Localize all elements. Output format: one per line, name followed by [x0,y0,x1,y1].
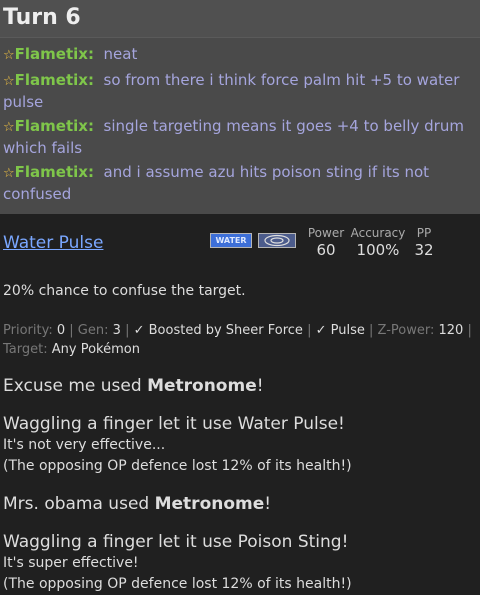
chat-username[interactable]: Flametix: [15,45,94,63]
battle-log-subline: (The opposing OP defence lost 12% of its… [3,576,352,592]
turn-header: Turn 6 [0,0,480,38]
move-info-panel: Water Pulse WATER Power 60 Accuracy 100%… [0,214,480,268]
star-icon: ☆ [3,74,15,89]
star-icon: ☆ [3,48,15,63]
battle-log-line: Waggling a finger let it use Water Pulse… [3,414,345,434]
zpower-value: 120 [438,323,464,338]
battle-log-line: Excuse me used Metronome! [0,365,480,397]
pp-stat: PP 32 [412,226,436,260]
chat-log: ☆Flametix: neat ☆Flametix: so from there… [0,38,480,214]
separator: | [69,323,74,338]
move-description: 20% chance to confuse the target. [3,283,246,299]
chat-username[interactable]: Flametix: [15,163,94,181]
separator: | [307,323,312,338]
accuracy-stat: Accuracy 100% [347,226,409,260]
pp-value: 32 [414,241,434,259]
chat-message: ☆Flametix: so from there i think force p… [0,70,480,116]
separator: | [467,323,472,338]
power-value: 60 [316,241,336,259]
power-stat: Power 60 [305,226,347,260]
move-name: Metronome [154,494,265,514]
log-text: ! [264,494,272,514]
chat-username[interactable]: Flametix: [15,71,94,89]
priority-label: Priority: [3,323,53,338]
gen-value: 3 [112,323,121,338]
battle-log-subline: It's super effective! [3,555,139,571]
chat-message: ☆Flametix: and i assume azu hits poison … [0,162,480,208]
separator: | [369,323,374,338]
move-details: Priority: 0 | Gen: 3 | ✓ Boosted by Shee… [0,301,480,359]
separator: | [125,323,130,338]
battle-log-subline: (The opposing OP defence lost 12% of its… [3,458,352,474]
move-name: Metronome [147,376,257,396]
priority-value: 0 [56,323,66,338]
zpower-label: Z-Power: [377,323,435,338]
pulse-flag: ✓ Pulse [315,323,365,338]
move-name-link[interactable]: Water Pulse [3,233,103,253]
pp-label: PP [416,226,432,240]
star-icon: ☆ [3,166,15,181]
target-label: Target: [3,342,48,357]
battle-log-line: Mrs. obama used Metronome! [0,483,480,515]
accuracy-label: Accuracy [350,226,406,240]
accuracy-value: 100% [356,241,400,259]
chat-message: ☆Flametix: neat [0,44,480,70]
water-type-icon: WATER [210,233,252,248]
special-category-icon [258,233,296,248]
sheer-force-flag: ✓ Boosted by Sheer Force [133,323,303,338]
power-label: Power [307,226,345,240]
chat-username[interactable]: Flametix: [15,117,94,135]
gen-label: Gen: [77,323,109,338]
chat-text: neat [103,45,138,63]
chat-message: ☆Flametix: single targeting means it goe… [0,116,480,162]
battle-log-line: Waggling a finger let it use Poison Stin… [3,532,349,552]
log-text: Mrs. obama used [3,494,155,514]
log-text: Excuse me used [3,376,148,396]
log-text: ! [256,376,264,396]
battle-log-subline: It's not very effective... [3,437,166,453]
target-value: Any Pokémon [51,342,140,357]
star-icon: ☆ [3,120,15,135]
